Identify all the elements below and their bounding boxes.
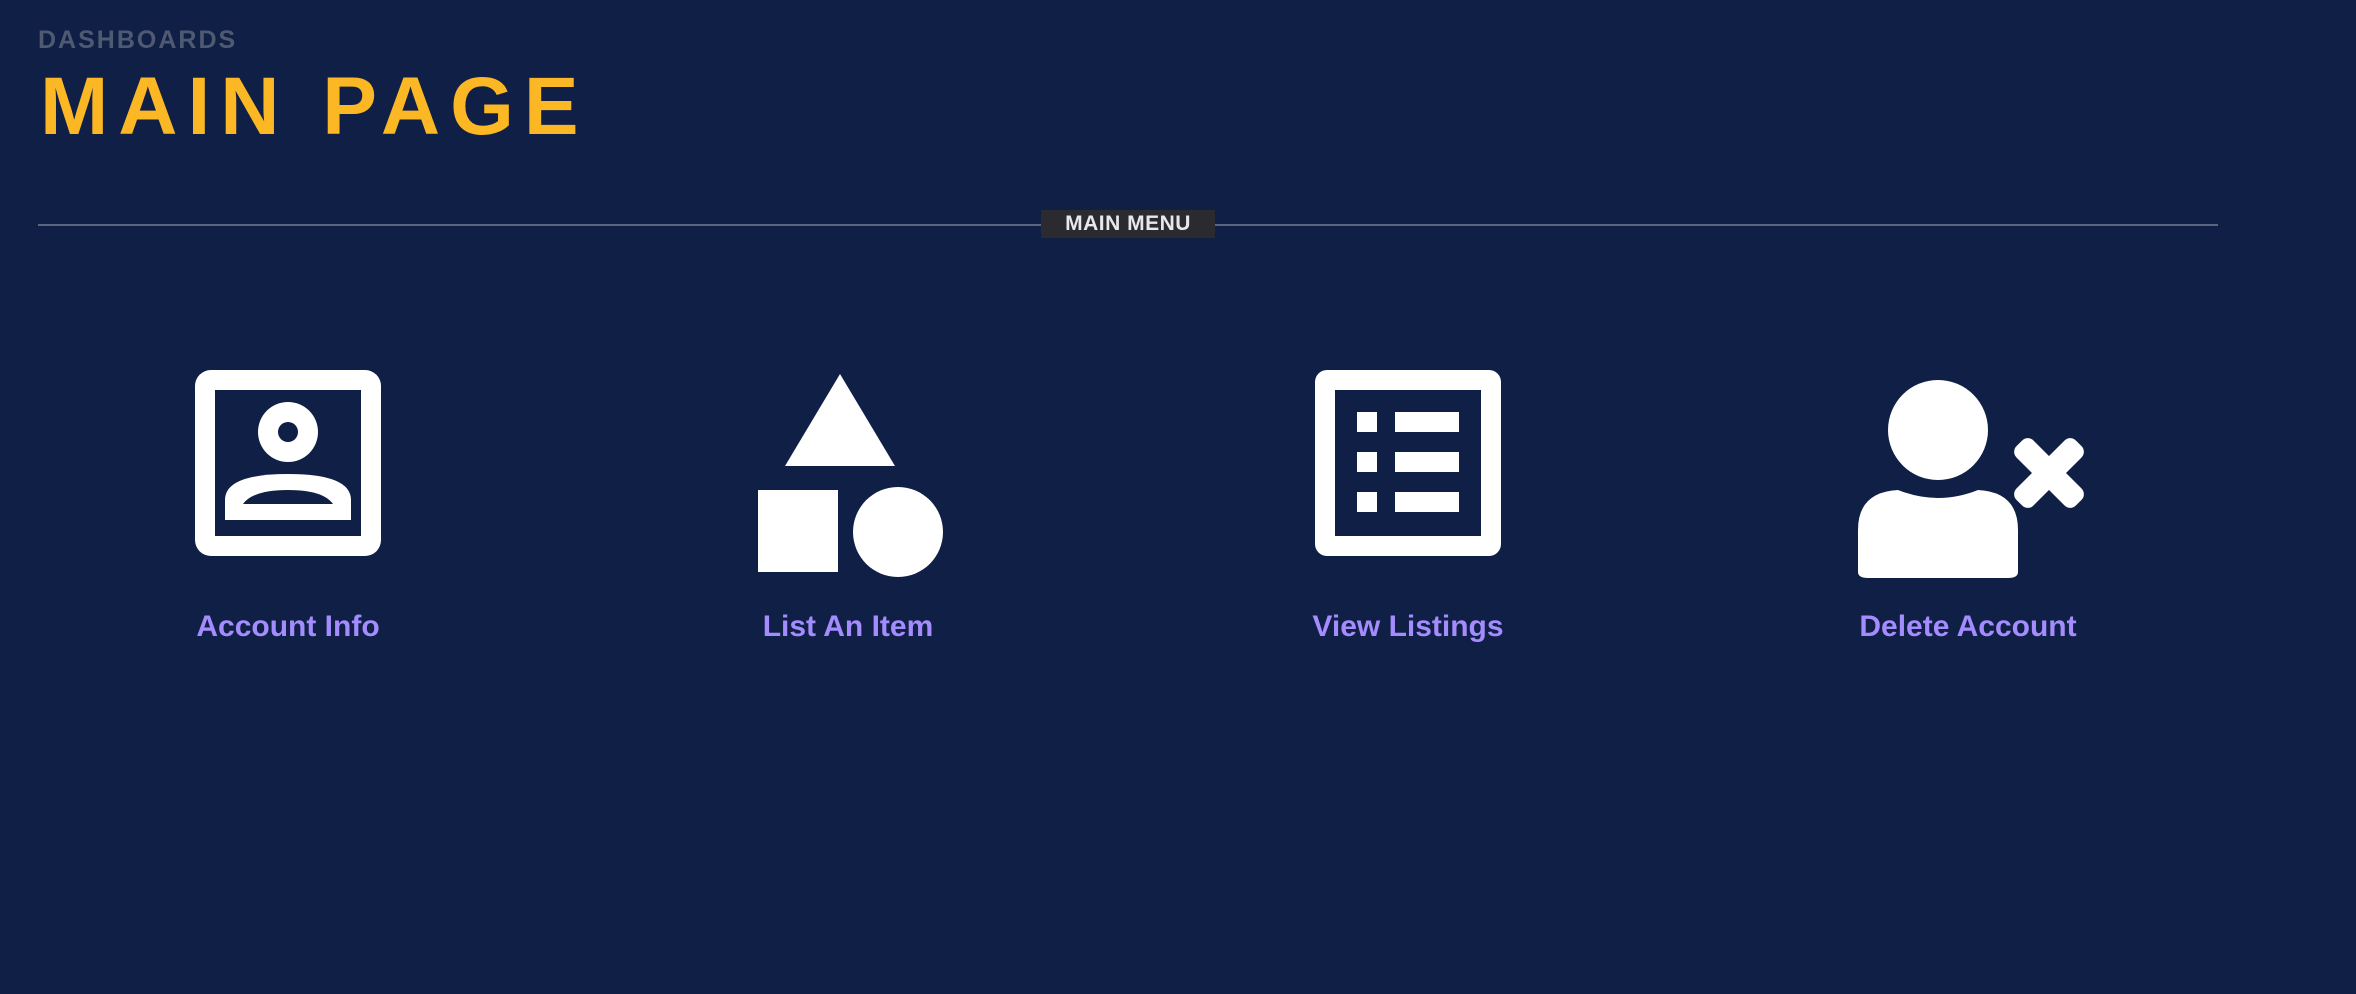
list-icon: [1248, 370, 1568, 580]
menu-item-list-an-item[interactable]: List An Item: [688, 370, 1008, 660]
menu-item-view-listings[interactable]: View Listings: [1248, 370, 1568, 660]
shapes-icon: [688, 370, 1008, 580]
menu-item-label: Delete Account: [1859, 610, 2077, 643]
person-remove-icon: [1808, 370, 2128, 580]
menu-item-label: Account Info: [196, 610, 380, 643]
breadcrumb: DASHBOARDS: [38, 26, 238, 54]
menu-item-label: List An Item: [762, 610, 934, 643]
page-title: MAIN PAGE: [40, 61, 589, 152]
account-box-icon: [128, 370, 448, 580]
menu-item-account-info[interactable]: Account Info: [128, 370, 448, 660]
menu-item-delete-account[interactable]: Delete Account: [1808, 370, 2128, 660]
section-label: MAIN MENU: [1041, 210, 1215, 238]
menu-item-label: View Listings: [1312, 610, 1504, 643]
